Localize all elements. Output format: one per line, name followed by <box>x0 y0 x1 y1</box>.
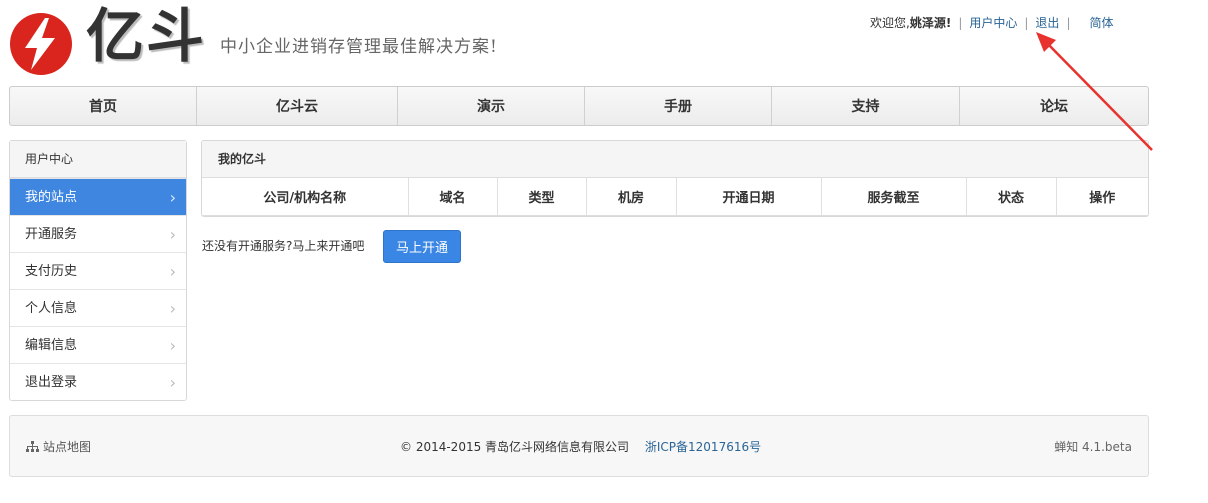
sitemap-icon <box>26 440 39 452</box>
column-header-expiry: 服务截至 <box>821 178 967 216</box>
slogan: 中小企业进销存管理最佳解决方案! <box>220 37 498 57</box>
main-nav: 首页 亿斗云 演示 手册 支持 论坛 <box>9 86 1149 126</box>
table-header-row: 公司/机构名称 域名 类型 机房 开通日期 服务截至 状态 操作 <box>202 178 1148 216</box>
nav-item-manual[interactable]: 手册 <box>585 87 772 125</box>
icp-link[interactable]: 浙ICP备12017616号 <box>645 440 761 454</box>
nav-item-home[interactable]: 首页 <box>10 87 197 125</box>
sidebar-item-label: 我的站点 <box>25 190 78 205</box>
sidebar-item-label: 开通服务 <box>25 227 78 242</box>
version-text: 蝉知 4.1.beta <box>1054 440 1132 454</box>
nav-item-forum[interactable]: 论坛 <box>960 87 1148 125</box>
sidebar-item-profile[interactable]: 个人信息 › <box>10 289 186 326</box>
logout-link[interactable]: 退出 <box>1035 14 1059 31</box>
chevron-right-icon: › <box>169 299 176 318</box>
column-header-company: 公司/机构名称 <box>202 178 409 216</box>
footer: 站点地图 © 2014-2015 青岛亿斗网络信息有限公司 浙ICP备12017… <box>9 415 1149 477</box>
column-header-domain: 域名 <box>408 178 498 216</box>
logo-icon[interactable] <box>9 12 73 76</box>
sidebar-item-label: 退出登录 <box>25 375 78 390</box>
panel-title: 我的亿斗 <box>202 141 1148 178</box>
chevron-right-icon: › <box>169 336 176 355</box>
sidebar: 用户中心 我的站点 › 开通服务 › 支付历史 › 个人信息 › 编辑信息 › … <box>9 140 187 401</box>
sidebar-title: 用户中心 <box>10 141 186 178</box>
column-header-type: 类型 <box>497 178 587 216</box>
user-center-link[interactable]: 用户中心 <box>969 14 1017 31</box>
sidebar-item-label: 个人信息 <box>25 301 78 316</box>
brand-name: 亿斗 <box>86 2 207 70</box>
chevron-right-icon: › <box>169 225 176 244</box>
open-service-button[interactable]: 马上开通 <box>383 230 461 263</box>
sidebar-item-edit-profile[interactable]: 编辑信息 › <box>10 326 186 363</box>
chevron-right-icon: › <box>169 188 176 207</box>
divider: | <box>958 15 963 30</box>
chevron-right-icon: › <box>169 373 176 392</box>
sidebar-item-open-service[interactable]: 开通服务 › <box>10 215 186 252</box>
divider: | <box>1024 15 1029 30</box>
copyright-text: © 2014-2015 青岛亿斗网络信息有限公司 <box>400 440 630 454</box>
column-header-open-date: 开通日期 <box>676 178 822 216</box>
column-header-datacenter: 机房 <box>586 178 677 216</box>
sitemap-label: 站点地图 <box>43 440 92 454</box>
greeting-text: 欢迎您, <box>870 16 910 30</box>
nav-item-cloud[interactable]: 亿斗云 <box>197 87 398 125</box>
chevron-right-icon: › <box>169 262 176 281</box>
sidebar-item-label: 编辑信息 <box>25 338 78 353</box>
sidebar-item-my-sites[interactable]: 我的站点 › <box>10 178 186 215</box>
nav-item-demo[interactable]: 演示 <box>398 87 585 125</box>
sidebar-item-payment-history[interactable]: 支付历史 › <box>10 252 186 289</box>
column-header-actions: 操作 <box>1056 178 1148 216</box>
my-sites-panel: 我的亿斗 公司/机构名称 域名 类型 机房 开通日期 服务截至 状态 操作 <box>201 140 1149 217</box>
nav-item-support[interactable]: 支持 <box>772 87 960 125</box>
language-link[interactable]: 简体 <box>1089 14 1113 31</box>
username: 姚泽源! <box>909 16 952 30</box>
empty-state-text: 还没有开通服务?马上来开通吧 <box>202 239 365 253</box>
sidebar-item-label: 支付历史 <box>25 264 78 279</box>
sites-table: 公司/机构名称 域名 类型 机房 开通日期 服务截至 状态 操作 <box>202 178 1148 216</box>
top-user-bar: 欢迎您, 姚泽源! | 用户中心 | 退出 | 简体 <box>870 14 1114 31</box>
column-header-status: 状态 <box>966 178 1057 216</box>
sitemap-link[interactable]: 站点地图 <box>26 438 91 455</box>
divider: | <box>1066 15 1071 30</box>
sidebar-item-logout[interactable]: 退出登录 › <box>10 363 186 400</box>
copyright: © 2014-2015 青岛亿斗网络信息有限公司 浙ICP备12017616号 <box>400 438 761 455</box>
